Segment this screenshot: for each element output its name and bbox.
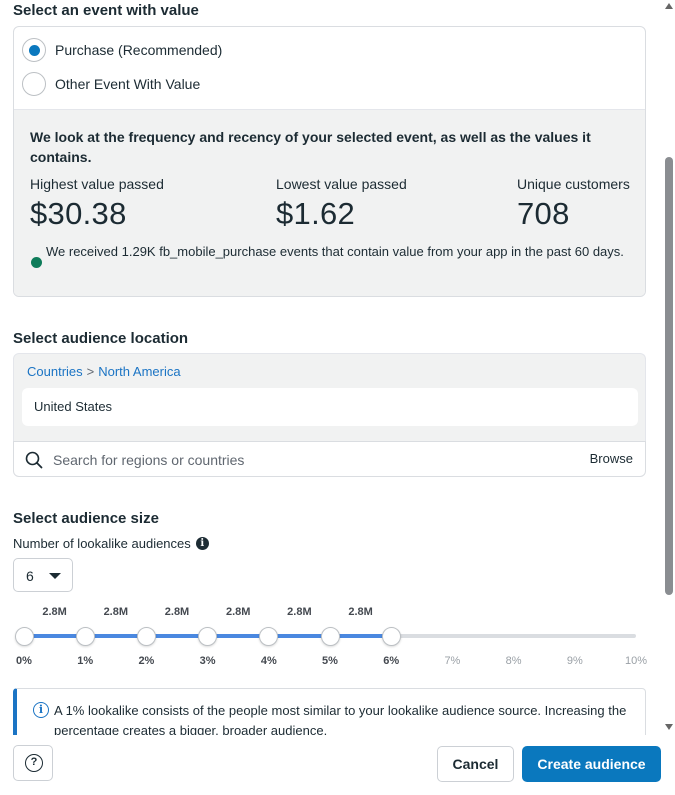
- info-icon[interactable]: i: [195, 537, 209, 550]
- slider-knob[interactable]: [75, 627, 95, 646]
- radio-label: Other Event With Value: [55, 76, 201, 92]
- help-button[interactable]: ?: [13, 745, 53, 781]
- stats-description: We look at the frequency and recency of …: [30, 129, 591, 165]
- info-circle-icon: i: [33, 702, 49, 718]
- lookalike-count-dropdown[interactable]: 6: [13, 558, 73, 592]
- browse-button[interactable]: Browse: [590, 451, 633, 466]
- slider-knob[interactable]: [198, 627, 218, 646]
- audience-size-label: 2.8M: [287, 606, 312, 618]
- slider-knob[interactable]: [320, 627, 340, 646]
- radio-button[interactable]: [22, 72, 46, 96]
- search-icon: [25, 451, 43, 469]
- slider-tick-label: 9%: [566, 655, 583, 667]
- audience-size-label: 2.8M: [103, 606, 129, 618]
- info-banner-text: A 1% lookalike consists of the people mo…: [54, 703, 627, 735]
- radio-option-purchase[interactable]: Purchase (Recommended): [22, 38, 222, 62]
- slider-tick-label: 5%: [322, 655, 338, 667]
- slider-tick-label: 3%: [199, 655, 216, 667]
- stat-value: $30.38: [30, 196, 127, 231]
- dropdown-value: 6: [26, 568, 34, 584]
- scrollbar-thumb[interactable]: [665, 157, 673, 595]
- slider-knob[interactable]: [14, 627, 34, 646]
- breadcrumb-countries[interactable]: Countries: [27, 364, 83, 379]
- slider-tick-label: 4%: [260, 655, 277, 667]
- scroll-up-arrow-icon[interactable]: [665, 3, 673, 9]
- audience-size-slider[interactable]: 0% 1% 2% 3% 4% 5% 6% 7% 8% 9% 10% 2.8M 2.8M 2.8M 2.8M 2…: [0, 600, 662, 675]
- event-note: We received 1.29K fb_mobile_purchase eve…: [46, 244, 624, 259]
- location-selection-panel: Countries > North America United States: [13, 353, 646, 441]
- slider-tick-label: 0%: [16, 655, 32, 667]
- audience-size-label: 2.8M: [225, 606, 251, 618]
- slider-tick-label: 7%: [444, 655, 461, 667]
- slider-tick-label: 10%: [624, 655, 648, 667]
- slider-tick-label: 1%: [77, 655, 94, 667]
- selected-location[interactable]: United States: [22, 388, 638, 426]
- question-mark-icon: ?: [25, 754, 43, 772]
- stat-value: $1.62: [276, 196, 356, 231]
- audience-size-label: 2.8M: [164, 606, 190, 618]
- breadcrumb-north-america[interactable]: North America: [98, 364, 180, 379]
- slider-knob[interactable]: [259, 627, 279, 646]
- breadcrumb: Countries > North America: [27, 364, 181, 379]
- caret-down-icon: [49, 573, 61, 579]
- slider-tick-label: 8%: [505, 655, 522, 667]
- radio-option-other-event[interactable]: Other Event With Value: [22, 72, 200, 96]
- stat-label: Unique customers: [517, 176, 630, 192]
- radio-button-checked[interactable]: [22, 38, 46, 62]
- breadcrumb-separator: >: [86, 364, 95, 379]
- location-search-bar: Browse: [13, 441, 646, 477]
- dialog-footer: ? Cancel Create audience: [0, 735, 675, 795]
- event-stats-panel: We look at the frequency and recency of …: [14, 109, 645, 296]
- status-dot-icon: [31, 257, 42, 268]
- lookalike-count-label: Number of lookalike audiences i: [13, 536, 209, 551]
- size-section-title: Select audience size: [13, 510, 159, 527]
- location-section-title: Select audience location: [13, 330, 189, 347]
- stat-lowest-value: Lowest value passed $1.62: [276, 176, 407, 232]
- scroll-down-arrow-icon[interactable]: [665, 724, 673, 730]
- audience-size-label: 2.8M: [348, 606, 373, 618]
- stat-value: 708: [517, 196, 570, 231]
- audience-size-label: 2.8M: [42, 606, 67, 618]
- radio-label: Purchase (Recommended): [55, 42, 223, 58]
- stat-unique-customers: Unique customers 708: [517, 176, 630, 232]
- slider-knob[interactable]: [381, 627, 401, 646]
- stat-label: Lowest value passed: [276, 176, 407, 192]
- event-card: Purchase (Recommended) Other Event With …: [13, 26, 646, 297]
- location-search-input[interactable]: [53, 450, 553, 470]
- cancel-button[interactable]: Cancel: [437, 746, 514, 782]
- vertical-scrollbar[interactable]: [662, 0, 675, 735]
- slider-tick-label: 6%: [383, 655, 400, 667]
- stat-highest-value: Highest value passed $30.38: [30, 176, 164, 232]
- count-label-text: Number of lookalike audiences: [13, 536, 191, 551]
- dialog-content: Select an event with value Purchase (Rec…: [0, 0, 662, 735]
- create-audience-button[interactable]: Create audience: [522, 746, 661, 782]
- slider-knob[interactable]: [136, 627, 156, 646]
- slider-tick-label: 2%: [138, 655, 155, 667]
- stat-label: Highest value passed: [30, 176, 164, 192]
- info-banner: i A 1% lookalike consists of the people …: [13, 688, 646, 735]
- event-section-title: Select an event with value: [13, 2, 199, 19]
